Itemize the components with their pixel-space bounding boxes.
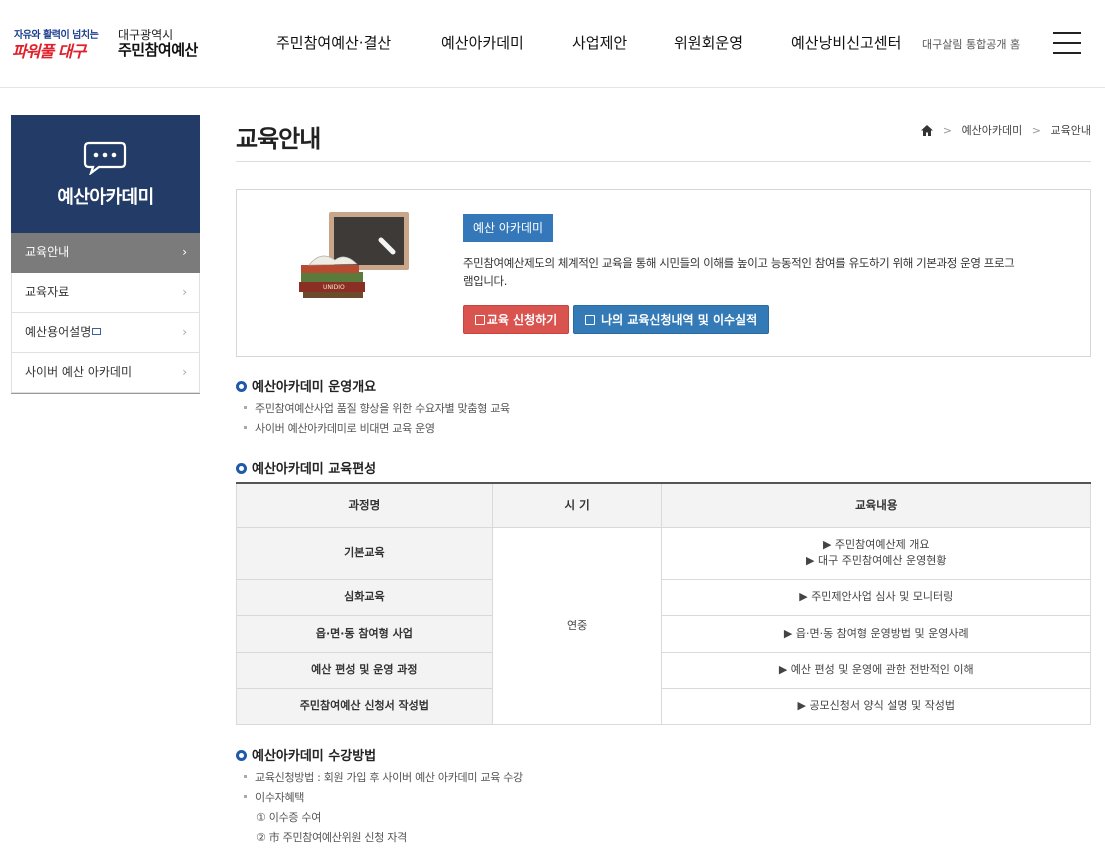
section-title-method: 예산아카데미 수강방법: [236, 745, 376, 764]
list-item: 주민참여예산사업 품질 향상을 위한 수요자별 맞춤형 교육: [244, 399, 510, 419]
section-title-text: 예산아카데미 운영개요: [252, 380, 377, 395]
sidebar-item-label: 교육자료: [25, 285, 70, 299]
academy-intro-box: UNIDIO 예산 아카데미 주민참여예산제도의 체계적인 교육을 통해 시민들…: [236, 189, 1091, 357]
breadcrumb-item[interactable]: 예산아카데미: [962, 124, 1023, 137]
breadcrumb-item-current[interactable]: 교육안내: [1051, 124, 1091, 137]
sidebar-item-budget-glossary[interactable]: 예산용어설명 ›: [11, 313, 200, 353]
chalkboard-books-image: UNIDIO: [299, 212, 409, 298]
sidebar-title: 예산아카데미: [57, 187, 154, 208]
chevron-right-icon: ›: [182, 245, 187, 259]
course-name: 읍·면·동 참여형 사업: [236, 614, 493, 653]
list-item: 사이버 예산아카데미로 비대면 교육 운영: [244, 419, 510, 439]
apply-education-button[interactable]: 교육 신청하기: [463, 305, 569, 334]
edit-icon: [474, 315, 485, 325]
nav-item-budget-settlement[interactable]: 주민참여예산·결산: [276, 32, 391, 53]
table-row: 심화교육 ▶ 주민제안사업 심사 및 모니터링: [236, 578, 1091, 616]
column-header-period: 시 기: [491, 483, 663, 528]
breadcrumb-separator: >: [1031, 124, 1042, 137]
course-content: ▶ 주민제안사업 심사 및 모니터링: [661, 578, 1091, 616]
section-title-text: 예산아카데미 수강방법: [252, 749, 377, 764]
column-header-content: 교육내용: [661, 483, 1091, 528]
section-title-overview: 예산아카데미 운영개요: [236, 376, 376, 395]
section-title-curriculum: 예산아카데미 교육편성: [236, 458, 376, 477]
sidebar-item-education-guide[interactable]: 교육안내 ›: [11, 233, 200, 273]
sidebar: 예산아카데미 교육안내 › 교육자료 › 예산용어설명 › 사이버 예산 아카데…: [11, 115, 200, 394]
sidebar-item-education-materials[interactable]: 교육자료 ›: [11, 273, 200, 313]
sidebar-item-label: 사이버 예산 아카데미: [25, 365, 132, 379]
logo-slogan-main: 파워풀 대구: [12, 42, 86, 61]
course-name: 기본교육: [236, 526, 493, 580]
new-window-icon: [92, 328, 102, 335]
section-bullet-icon: [236, 463, 247, 474]
course-content: ▶ 주민참여예산제 개요 ▶ 대구 주민참여예산 운영현황: [661, 526, 1091, 580]
section-bullet-icon: [236, 381, 247, 392]
list-item: 이수자혜택: [244, 788, 523, 808]
chevron-right-icon: ›: [182, 285, 187, 299]
sidebar-item-label: 교육안내: [25, 245, 70, 259]
course-content: ▶ 읍·면·동 참여형 운영방법 및 운영사례: [661, 614, 1091, 653]
course-content: ▶ 공모신청서 양식 설명 및 작성법: [661, 687, 1091, 725]
list-sub-item: ① 이수증 수여: [256, 811, 322, 824]
course-period: 연중: [491, 526, 663, 725]
apply-education-label: 교육 신청하기: [486, 313, 558, 327]
nav-item-project-proposal[interactable]: 사업제안: [572, 32, 627, 53]
chevron-right-icon: ›: [182, 325, 187, 339]
curriculum-table: 과정명 시 기 교육내용 기본교육 연중 ▶ 주민참여예산제 개요 ▶ 대구 주…: [236, 482, 1091, 725]
chevron-right-icon: ›: [182, 365, 187, 379]
chat-bubble-icon: [83, 141, 127, 175]
nav-item-waste-report[interactable]: 예산낭비신고센터: [791, 32, 901, 53]
title-divider: [236, 161, 1091, 162]
list-sub-item: ② 市 주민참여예산위원 신청 자격: [256, 831, 407, 844]
method-list: 교육신청방법 : 회원 가입 후 사이버 예산 아카데미 교육 수강 이수자혜택…: [244, 768, 523, 848]
breadcrumb: > 예산아카데미 > 교육안내: [921, 122, 1091, 138]
logo-brand: 주민참여예산: [118, 41, 198, 59]
table-row: 주민참여예산 신청서 작성법 ▶ 공모신청서 양식 설명 및 작성법: [236, 687, 1091, 725]
daegu-finance-home-link[interactable]: 대구살림 통합공개 홈: [922, 36, 1020, 52]
content-line: ▶ 대구 주민참여예산 운영현황: [806, 554, 947, 567]
academy-description: 주민참여예산제도의 체계적인 교육을 통해 시민들의 이해를 높이고 능동적인 …: [463, 256, 1015, 288]
my-education-history-button[interactable]: 나의 교육신청내역 및 이수실적: [573, 305, 769, 334]
course-name: 심화교육: [236, 578, 493, 616]
content-line: ▶ 주민참여예산제 개요: [822, 538, 930, 551]
nav-item-committee[interactable]: 위원회운영: [674, 32, 743, 53]
home-icon[interactable]: [921, 125, 934, 136]
table-row: 예산 편성 및 운영 과정 ▶ 예산 편성 및 운영에 관한 전반적인 이해: [236, 651, 1091, 689]
sidebar-header: 예산아카데미: [11, 115, 200, 233]
my-education-history-label: 나의 교육신청내역 및 이수실적: [601, 313, 758, 327]
nav-item-budget-academy[interactable]: 예산아카데미: [441, 32, 524, 53]
site-header: 자유와 활력이 넘치는 파워풀 대구 대구광역시 주민참여예산 주민참여예산·결…: [0, 0, 1105, 88]
course-name: 예산 편성 및 운영 과정: [236, 651, 493, 689]
course-name: 주민참여예산 신청서 작성법: [236, 687, 493, 725]
section-title-text: 예산아카데미 교육편성: [252, 462, 377, 477]
course-content: ▶ 예산 편성 및 운영에 관한 전반적인 이해: [661, 651, 1091, 689]
site-logo[interactable]: 자유와 활력이 넘치는 파워풀 대구 대구광역시 주민참여예산: [12, 26, 212, 66]
overview-list: 주민참여예산사업 품질 향상을 위한 수요자별 맞춤형 교육 사이버 예산아카데…: [244, 399, 510, 439]
svg-text:UNIDIO: UNIDIO: [323, 284, 345, 291]
sidebar-menu: 교육안내 › 교육자료 › 예산용어설명 › 사이버 예산 아카데미 ›: [11, 233, 200, 394]
table-row: 읍·면·동 참여형 사업 ▶ 읍·면·동 참여형 운영방법 및 운영사례: [236, 614, 1091, 653]
table-header-row: 과정명 시 기 교육내용: [236, 483, 1091, 528]
section-bullet-icon: [236, 750, 247, 761]
list-item: 교육신청방법 : 회원 가입 후 사이버 예산 아카데미 교육 수강: [244, 768, 523, 788]
sidebar-item-cyber-academy[interactable]: 사이버 예산 아카데미 ›: [11, 353, 200, 393]
edit-icon: [584, 315, 595, 325]
hamburger-icon[interactable]: [1053, 30, 1083, 56]
academy-badge: 예산 아카데미: [463, 214, 553, 242]
sidebar-item-label: 예산용어설명: [25, 325, 92, 339]
table-row: 기본교육 연중 ▶ 주민참여예산제 개요 ▶ 대구 주민참여예산 운영현황: [236, 526, 1091, 725]
breadcrumb-separator: >: [942, 124, 953, 137]
column-header-course: 과정명: [236, 483, 493, 528]
page-title: 교육안내: [236, 125, 321, 153]
